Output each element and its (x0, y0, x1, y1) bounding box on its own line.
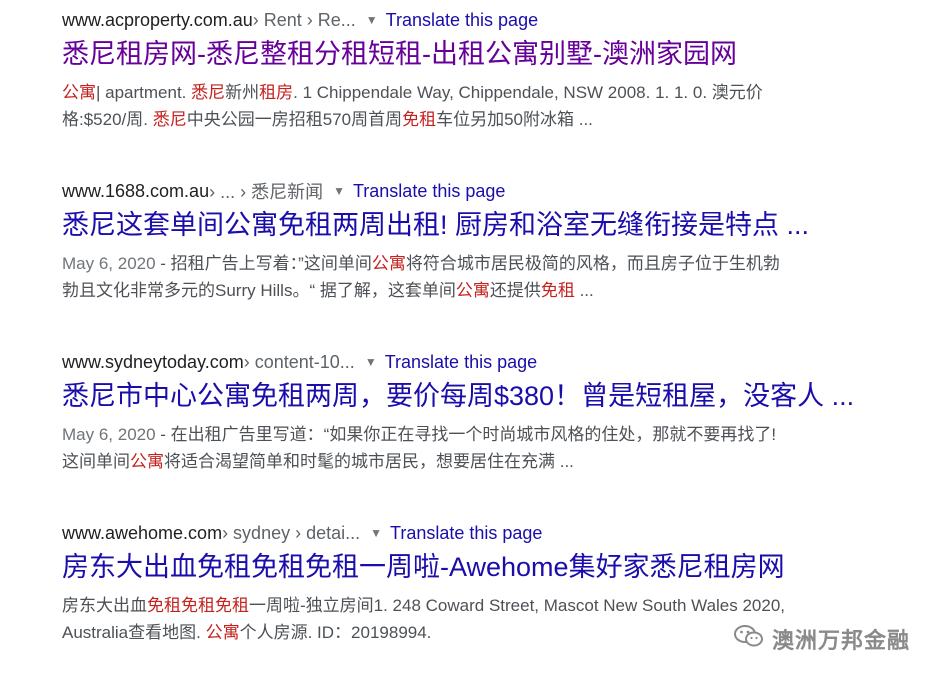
caret-down-icon[interactable]: ▼ (333, 185, 345, 197)
caret-down-icon[interactable]: ▼ (370, 527, 382, 539)
snippet-line: May 6, 2020 - 招租广告上写着：”这间单间公寓将符合城市居民极简的风… (62, 250, 922, 277)
result-date: May 6, 2020 (62, 254, 156, 273)
snippet-text: 房东大出血 (62, 596, 147, 615)
snippet-text: 悉尼 (152, 110, 187, 129)
result-cite: www.sydneytoday.com › content-10... ▼ Tr… (62, 349, 922, 375)
result-snippet: May 6, 2020 - 招租广告上写着：”这间单间公寓将符合城市居民极简的风… (62, 250, 922, 304)
watermark-text: 澳洲万邦金融 (771, 628, 910, 653)
snippet-text: 这间单间 (62, 452, 130, 471)
snippet-text: 中央公园一房招租570周首周 (186, 110, 403, 129)
result-breadcrumb: › ... › 悉尼新闻 (209, 182, 324, 202)
result-date: May 6, 2020 (62, 425, 156, 444)
snippet-text: 新州 (225, 83, 260, 102)
snippet-text: 将适合渴望简单和时髦的城市居民，想要居住在充满 ... (164, 452, 574, 471)
result-site-url[interactable]: www.acproperty.com.au (62, 10, 253, 31)
snippet-text: - 招租广告上写着：”这间单间 (155, 254, 372, 273)
snippet-text: 免租 (402, 110, 437, 129)
result-cite: www.acproperty.com.au › Rent › Re... ▼ T… (62, 7, 922, 33)
snippet-text: 个人房源. ID：20198994. (239, 623, 432, 642)
snippet-text: 租房 (259, 83, 294, 102)
snippet-text: 还提供 (489, 281, 541, 300)
caret-down-icon[interactable]: ▼ (365, 356, 377, 368)
snippet-text: 悉尼 (191, 83, 226, 102)
snippet-text: 公寓 (62, 83, 96, 102)
search-result-2: www.1688.com.au › ... › 悉尼新闻 ▼ Translate… (62, 178, 922, 304)
caret-down-icon[interactable]: ▼ (366, 14, 378, 26)
result-cite: www.awehome.com › sydney › detai... ▼ Tr… (62, 520, 922, 546)
wechat-icon (733, 624, 772, 654)
snippet-text: 车位另加50附冰箱 ... (436, 110, 593, 129)
snippet-text: 格:$520/周. (62, 110, 153, 129)
watermark: 澳洲万邦金融 (733, 623, 910, 655)
translate-link[interactable]: Translate this page (390, 523, 542, 544)
snippet-text: ... (574, 281, 594, 300)
snippet-text: - 在出租广告里写道：“如果你正在寻找一个时尚城市风格的住处，那就不要再找了! (155, 425, 777, 444)
snippet-text: 公寓 (205, 623, 240, 642)
result-breadcrumb: › sydney › detai... (222, 522, 361, 543)
translate-link[interactable]: Translate this page (353, 181, 505, 202)
search-result-3: www.sydneytoday.com › content-10... ▼ Tr… (62, 349, 922, 475)
snippet-text: 公寓 (455, 281, 490, 300)
result-cite: www.1688.com.au › ... › 悉尼新闻 ▼ Translate… (62, 178, 922, 204)
result-site-url[interactable]: www.sydneytoday.com (62, 352, 244, 373)
snippet-text: 将符合城市居民极简的风格，而且房子位于生机勃 (405, 254, 780, 273)
result-snippet: May 6, 2020 - 在出租广告里写道：“如果你正在寻找一个时尚城市风格的… (62, 421, 922, 475)
translate-link[interactable]: Translate this page (386, 10, 538, 31)
snippet-line: 勃且文化非常多元的Surry Hills。“ 据了解，这套单间公寓还提供免租 .… (62, 277, 922, 304)
snippet-text: 免租 (540, 281, 575, 300)
snippet-line: May 6, 2020 - 在出租广告里写道：“如果你正在寻找一个时尚城市风格的… (62, 421, 922, 448)
result-breadcrumb: › content-10... (243, 351, 355, 372)
result-title-link[interactable]: 悉尼租房网-悉尼整租分租短租-出租公寓别墅-澳洲家园网 (62, 37, 922, 71)
snippet-text: 一周啦-独立房间1. 248 Coward Street, Mascot New… (249, 596, 786, 615)
snippet-text: . 1 Chippendale Way, Chippendale, NSW 20… (293, 83, 763, 102)
search-result-1: www.acproperty.com.au › Rent › Re... ▼ T… (62, 7, 922, 133)
snippet-line: 公寓| apartment. 悉尼新州租房. 1 Chippendale Way… (62, 79, 922, 106)
snippet-text: 公寓 (371, 254, 406, 273)
snippet-line: 这间单间公寓将适合渴望简单和时髦的城市居民，想要居住在充满 ... (62, 448, 922, 475)
result-snippet: 公寓| apartment. 悉尼新州租房. 1 Chippendale Way… (62, 79, 922, 133)
snippet-text: 免租免租免租 (147, 596, 249, 615)
result-title-link[interactable]: 悉尼市中心公寓免租两周，要价每周$380！曾是短租屋，没客人 ... (62, 379, 922, 413)
snippet-line: 格:$520/周. 悉尼中央公园一房招租570周首周免租车位另加50附冰箱 ..… (62, 106, 922, 133)
translate-link[interactable]: Translate this page (385, 352, 537, 373)
result-site-url[interactable]: www.1688.com.au (62, 181, 209, 202)
snippet-text: 公寓 (130, 452, 164, 471)
result-breadcrumb: › Rent › Re... (252, 9, 356, 30)
snippet-text: 勃且文化非常多元的Surry Hills。“ 据了解，这套单间 (62, 281, 456, 300)
snippet-text: Australia查看地图. (62, 623, 206, 642)
result-site-url[interactable]: www.awehome.com (62, 523, 222, 544)
snippet-text: | apartment. (96, 83, 192, 102)
snippet-line: 房东大出血免租免租免租一周啦-独立房间1. 248 Coward Street,… (62, 592, 922, 619)
result-title-link[interactable]: 悉尼这套单间公寓免租两周出租! 厨房和浴室无缝衔接是特点 ... (62, 208, 922, 242)
result-title-link[interactable]: 房东大出血免租免租免租一周啦-Awehome集好家悉尼租房网 (62, 550, 922, 584)
